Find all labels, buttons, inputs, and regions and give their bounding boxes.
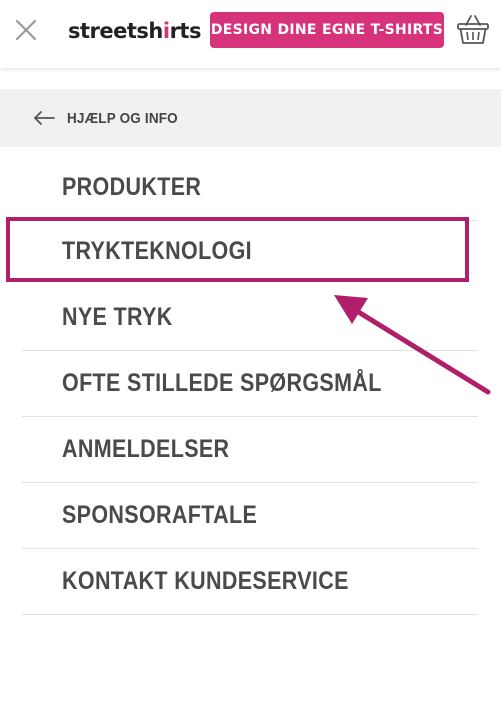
menu-item-label: ANMELDELSER <box>62 435 230 463</box>
arrow-left-icon <box>34 111 55 125</box>
logo-text-i: i <box>162 19 170 43</box>
menu-item-nye-tryk[interactable]: NYE TRYK <box>22 285 478 351</box>
menu-item-produkter[interactable]: PRODUKTER <box>22 155 478 221</box>
subheader-bar: HJÆLP OG INFO <box>0 89 501 147</box>
menu-item-tryteknologi[interactable]: TRYKTEKNOLOGI <box>22 219 478 285</box>
close-button[interactable] <box>14 18 38 42</box>
menu-item-faq[interactable]: OFTE STILLEDE SPØRGSMÅL <box>22 351 478 417</box>
site-logo[interactable]: streetshirts <box>68 16 201 46</box>
menu-item-sponsoraftale[interactable]: SPONSORAFTALE <box>22 483 478 549</box>
cart-button[interactable] <box>456 12 490 46</box>
back-button[interactable]: HJÆLP OG INFO <box>33 107 190 129</box>
logo-text-end: rts <box>169 19 202 43</box>
menu-item-label: OFTE STILLEDE SPØRGSMÅL <box>62 369 382 397</box>
design-tshirts-button[interactable]: DESIGN DINE EGNE T-SHIRTS <box>210 12 444 48</box>
top-header: streetshirts DESIGN DINE EGNE T-SHIRTS <box>0 0 501 68</box>
menu-item-label: KONTAKT KUNDESERVICE <box>62 567 349 595</box>
menu-item-anmeldelser[interactable]: ANMELDELSER <box>22 417 478 483</box>
basket-icon <box>457 15 489 44</box>
close-icon <box>15 19 37 41</box>
menu-item-label: TRYKTEKNOLOGI <box>62 237 253 265</box>
menu-item-label: PRODUKTER <box>62 173 202 201</box>
logo-text-start: streetsh <box>68 19 163 43</box>
menu-item-label: SPONSORAFTALE <box>62 501 258 529</box>
menu-item-label: NYE TRYK <box>62 303 173 331</box>
back-label: HJÆLP OG INFO <box>67 109 178 127</box>
menu-item-kontakt-kundeservice[interactable]: KONTAKT KUNDESERVICE <box>22 549 478 615</box>
